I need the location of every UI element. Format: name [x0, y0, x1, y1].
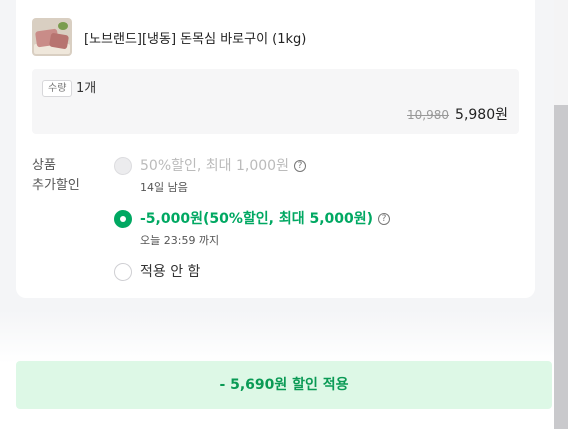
- original-price: 10,980: [407, 108, 450, 122]
- discount-option-2-sub: 오늘 23:59 까지: [140, 234, 220, 247]
- discount-section-label: 상품 추가할인: [32, 156, 80, 196]
- radio-button-disabled: [114, 157, 132, 175]
- discount-option-2-title: -5,000원(50%할인, 최대 5,000원): [140, 211, 374, 227]
- help-icon[interactable]: ?: [293, 160, 306, 172]
- product-thumbnail-image: [32, 18, 72, 56]
- product-name: [노브랜드][냉동] 돈목심 바로구이 (1kg): [84, 31, 307, 47]
- quantity-value: 1개: [76, 81, 97, 96]
- quantity-badge: 수량: [42, 80, 73, 97]
- apply-discount-button[interactable]: - 5,690원 할인 적용: [16, 361, 552, 409]
- radio-button-selected[interactable]: [114, 210, 132, 228]
- scrollbar-thumb[interactable]: [554, 105, 568, 429]
- price-row: 10,980 5,980원: [407, 104, 508, 124]
- radio-button-unselected[interactable]: [114, 263, 132, 281]
- product-row: [노브랜드][냉동] 돈목심 바로구이 (1kg): [32, 18, 512, 56]
- quantity-box: 수량 1개 10,980 5,980원: [32, 69, 519, 134]
- discount-label-line2: 추가할인: [32, 178, 80, 193]
- discount-option-3-title: 적용 안 함: [140, 264, 201, 280]
- current-price: 5,980원: [455, 107, 508, 123]
- discount-label-line1: 상품: [32, 158, 56, 173]
- discount-option-1-title: 50%할인, 최대 1,000원: [140, 158, 289, 174]
- bottom-sheet: [노브랜드][냉동] 돈목심 바로구이 (1kg) 수량 1개 10,980 5…: [0, 0, 554, 429]
- help-icon[interactable]: ?: [378, 213, 391, 225]
- discount-option-1-sub: 14일 남음: [140, 181, 188, 194]
- product-card: [노브랜드][냉동] 돈목심 바로구이 (1kg) 수량 1개 10,980 5…: [16, 0, 535, 298]
